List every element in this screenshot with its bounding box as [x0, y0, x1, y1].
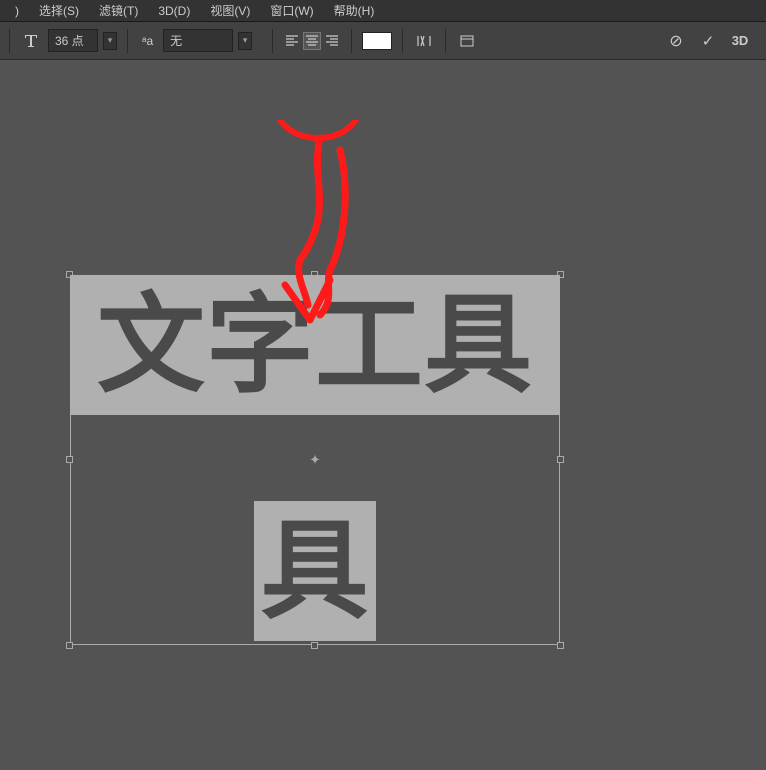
menu-window[interactable]: 窗口(W)	[260, 2, 323, 19]
commit-icon[interactable]: ✓	[697, 30, 719, 52]
cancel-icon[interactable]: ⊘	[665, 30, 687, 52]
canvas[interactable]: ✦ 文字工具 具	[0, 60, 766, 710]
menu-select[interactable]: 选择(S)	[29, 2, 89, 19]
menubar: ) 选择(S) 滤镜(T) 3D(D) 视图(V) 窗口(W) 帮助(H)	[0, 0, 766, 22]
align-right-button[interactable]	[323, 32, 341, 50]
text-content-line1: 文字工具	[97, 291, 533, 399]
text-align-group	[283, 32, 341, 50]
antialias-dropdown[interactable]: 无	[163, 29, 233, 52]
warp-text-button[interactable]	[413, 30, 435, 52]
text-selection-line2: 具	[254, 501, 376, 641]
menu-help[interactable]: 帮助(H)	[324, 2, 385, 19]
divider	[272, 29, 273, 53]
text-tool-icon[interactable]	[20, 30, 42, 52]
menu-3d[interactable]: 3D(D)	[148, 4, 200, 18]
divider	[9, 29, 10, 53]
antialias-dropdown-arrow[interactable]: ▾	[238, 32, 252, 50]
options-bar: 36 点 ▾ ᵃa 无 ▾ ⊘ ✓ 3D	[0, 22, 766, 60]
character-panel-button[interactable]	[456, 30, 478, 52]
divider	[445, 29, 446, 53]
divider	[351, 29, 352, 53]
resize-handle-br[interactable]	[557, 642, 564, 649]
menu-item[interactable]: )	[5, 4, 29, 18]
align-center-button[interactable]	[303, 32, 321, 50]
resize-handle-mr[interactable]	[557, 456, 564, 463]
divider	[402, 29, 403, 53]
antialias-icon: ᵃa	[138, 34, 157, 48]
menu-view[interactable]: 视图(V)	[200, 2, 260, 19]
font-size-input[interactable]: 36 点	[48, 29, 98, 52]
resize-handle-bl[interactable]	[66, 642, 73, 649]
font-size-dropdown[interactable]: ▾	[103, 32, 117, 50]
3d-icon[interactable]: 3D	[729, 30, 751, 52]
align-left-button[interactable]	[283, 32, 301, 50]
divider	[127, 29, 128, 53]
text-color-swatch[interactable]	[362, 32, 392, 50]
text-content-line2: 具	[260, 517, 369, 625]
commit-controls: ⊘ ✓ 3D	[665, 30, 766, 52]
resize-handle-ml[interactable]	[66, 456, 73, 463]
text-bounding-box[interactable]: ✦ 文字工具 具	[70, 275, 560, 645]
resize-handle-bm[interactable]	[311, 642, 318, 649]
center-point-icon: ✦	[309, 452, 321, 469]
menu-filter[interactable]: 滤镜(T)	[89, 2, 148, 19]
text-selection-line1: 文字工具	[70, 275, 560, 415]
